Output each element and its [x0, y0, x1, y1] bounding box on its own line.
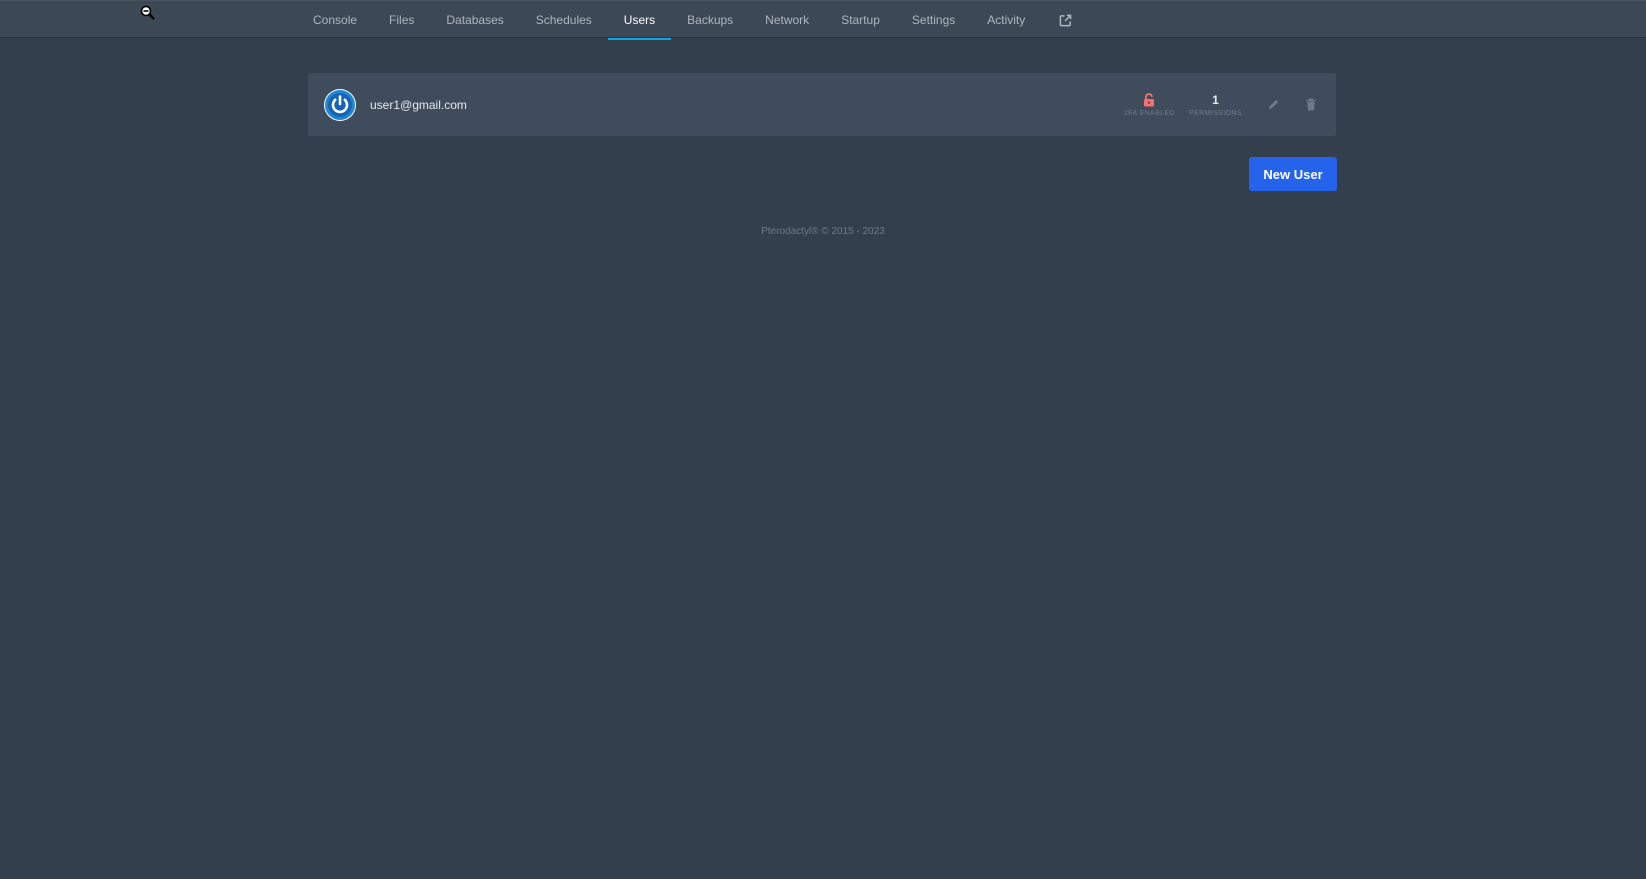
permissions-label: Permissions — [1188, 109, 1242, 117]
tab-backups[interactable]: Backups — [671, 1, 749, 39]
zoom-out-cursor-icon — [140, 5, 155, 20]
tab-users[interactable]: Users — [607, 1, 672, 40]
unlock-icon — [1144, 92, 1155, 106]
permissions-count: 1 — [1212, 92, 1219, 107]
tab-databases[interactable]: Databases — [430, 1, 519, 39]
subuser-row: user1@gmail.com 2FA Enabled 1 Permission… — [308, 73, 1336, 136]
avatar — [324, 88, 356, 121]
new-user-button[interactable]: New User — [1249, 157, 1337, 191]
top-navigation-bar: Console Files Databases Schedules Users … — [0, 0, 1646, 40]
permissions-status: 1 Permissions — [1189, 93, 1242, 117]
tab-files[interactable]: Files — [373, 1, 430, 39]
tab-startup[interactable]: Startup — [825, 1, 896, 39]
user-email: user1@gmail.com — [370, 97, 467, 112]
tab-activity[interactable]: Activity — [971, 1, 1041, 39]
tab-schedules[interactable]: Schedules — [520, 1, 608, 39]
external-link-tab[interactable] — [1041, 1, 1088, 39]
tab-settings[interactable]: Settings — [896, 1, 971, 39]
pencil-icon — [1268, 99, 1278, 110]
twofa-status: 2FA Enabled — [1123, 92, 1175, 117]
tab-network[interactable]: Network — [749, 1, 825, 39]
edit-user-button[interactable] — [1264, 96, 1282, 114]
twofa-label: 2FA Enabled — [1123, 109, 1175, 117]
tab-console[interactable]: Console — [313, 1, 373, 39]
external-link-icon — [1059, 14, 1072, 26]
delete-user-button[interactable] — [1302, 96, 1320, 114]
footer-copyright: Pterodactyl® © 2015 - 2023 — [761, 226, 885, 237]
server-nav: Console Files Databases Schedules Users … — [313, 1, 1088, 40]
power-icon — [325, 89, 355, 120]
trash-icon — [1306, 98, 1316, 111]
